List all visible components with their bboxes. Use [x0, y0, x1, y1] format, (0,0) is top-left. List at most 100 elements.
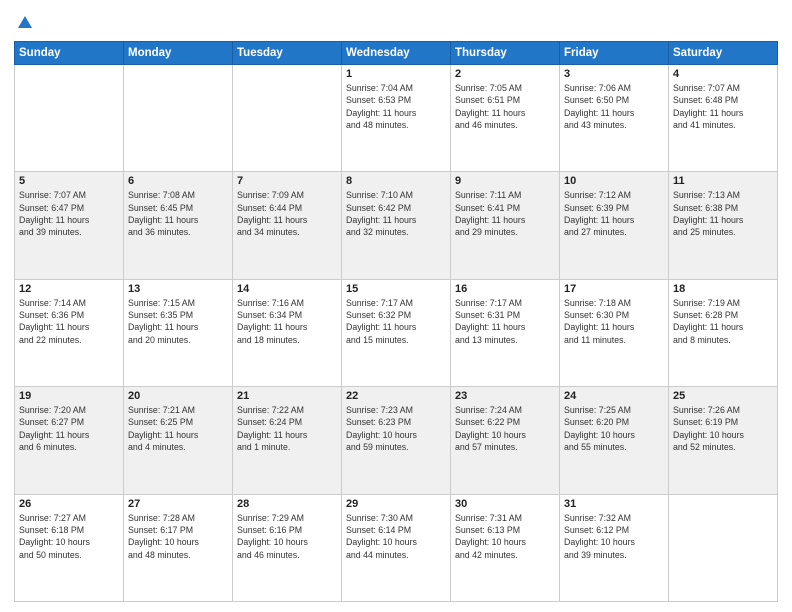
- day-info: Sunrise: 7:12 AM Sunset: 6:39 PM Dayligh…: [564, 189, 664, 238]
- week-row-4: 19 Sunrise: 7:20 AM Sunset: 6:27 PM Dayli…: [15, 387, 778, 494]
- week-row-2: 5 Sunrise: 7:07 AM Sunset: 6:47 PM Daylig…: [15, 172, 778, 279]
- day-cell: 19 Sunrise: 7:20 AM Sunset: 6:27 PM Dayli…: [15, 387, 124, 494]
- day-number: 8: [346, 175, 446, 187]
- day-cell: 9Sunrise: 7:11 AM Sunset: 6:41 PM Daylig…: [451, 172, 560, 279]
- day-number: 10: [564, 175, 664, 187]
- day-cell: 4Sunrise: 7:07 AM Sunset: 6:48 PM Daylig…: [669, 65, 778, 172]
- day-cell: [233, 65, 342, 172]
- day-info: Sunrise: 7:22 AM Sunset: 6:24 PM Dayligh…: [237, 404, 337, 453]
- day-info: Sunrise: 7:18 AM Sunset: 6:30 PM Dayligh…: [564, 297, 664, 346]
- day-info: Sunrise: 7:32 AM Sunset: 6:12 PM Dayligh…: [564, 512, 664, 561]
- day-header-thursday: Thursday: [451, 42, 560, 65]
- day-cell: 26 Sunrise: 7:27 AM Sunset: 6:18 PM Dayli…: [15, 494, 124, 601]
- day-header-friday: Friday: [560, 42, 669, 65]
- day-number: 21: [237, 390, 337, 402]
- week-row-3: 12Sunrise: 7:14 AM Sunset: 6:36 PM Dayli…: [15, 279, 778, 386]
- day-info: Sunrise: 7:11 AM Sunset: 6:41 PM Dayligh…: [455, 189, 555, 238]
- day-number: 19: [19, 390, 119, 402]
- day-info: Sunrise: 7:17 AM Sunset: 6:31 PM Dayligh…: [455, 297, 555, 346]
- day-cell: [124, 65, 233, 172]
- day-info: Sunrise: 7:13 AM Sunset: 6:38 PM Dayligh…: [673, 189, 773, 238]
- day-info: Sunrise: 7:25 AM Sunset: 6:20 PM Dayligh…: [564, 404, 664, 453]
- day-number: 6: [128, 175, 228, 187]
- day-number: 26: [19, 498, 119, 510]
- day-number: 15: [346, 283, 446, 295]
- day-number: 16: [455, 283, 555, 295]
- day-number: 2: [455, 68, 555, 80]
- day-cell: 29Sunrise: 7:30 AM Sunset: 6:14 PM Dayli…: [342, 494, 451, 601]
- day-number: 22: [346, 390, 446, 402]
- day-number: 11: [673, 175, 773, 187]
- day-info: Sunrise: 7:29 AM Sunset: 6:16 PM Dayligh…: [237, 512, 337, 561]
- day-cell: 27Sunrise: 7:28 AM Sunset: 6:17 PM Dayli…: [124, 494, 233, 601]
- day-number: 1: [346, 68, 446, 80]
- day-cell: [15, 65, 124, 172]
- day-cell: [669, 494, 778, 601]
- day-number: 31: [564, 498, 664, 510]
- day-info: Sunrise: 7:21 AM Sunset: 6:25 PM Dayligh…: [128, 404, 228, 453]
- day-cell: 23Sunrise: 7:24 AM Sunset: 6:22 PM Dayli…: [451, 387, 560, 494]
- logo-icon: [16, 14, 34, 37]
- day-cell: 18Sunrise: 7:19 AM Sunset: 6:28 PM Dayli…: [669, 279, 778, 386]
- day-number: 20: [128, 390, 228, 402]
- logo-text: [14, 14, 34, 37]
- day-cell: 3 Sunrise: 7:06 AM Sunset: 6:50 PM Daylig…: [560, 65, 669, 172]
- day-cell: 8 Sunrise: 7:10 AM Sunset: 6:42 PM Daylig…: [342, 172, 451, 279]
- logo-general-line: [14, 14, 34, 37]
- day-cell: 17Sunrise: 7:18 AM Sunset: 6:30 PM Dayli…: [560, 279, 669, 386]
- day-header-tuesday: Tuesday: [233, 42, 342, 65]
- day-number: 25: [673, 390, 773, 402]
- day-info: Sunrise: 7:05 AM Sunset: 6:51 PM Dayligh…: [455, 82, 555, 131]
- day-cell: 2 Sunrise: 7:05 AM Sunset: 6:51 PM Daylig…: [451, 65, 560, 172]
- day-info: Sunrise: 7:23 AM Sunset: 6:23 PM Dayligh…: [346, 404, 446, 453]
- day-number: 4: [673, 68, 773, 80]
- day-cell: 31 Sunrise: 7:32 AM Sunset: 6:12 PM Dayli…: [560, 494, 669, 601]
- day-header-wednesday: Wednesday: [342, 42, 451, 65]
- day-number: 7: [237, 175, 337, 187]
- day-cell: 1Sunrise: 7:04 AM Sunset: 6:53 PM Daylig…: [342, 65, 451, 172]
- day-cell: 25 Sunrise: 7:26 AM Sunset: 6:19 PM Dayli…: [669, 387, 778, 494]
- day-info: Sunrise: 7:30 AM Sunset: 6:14 PM Dayligh…: [346, 512, 446, 561]
- day-cell: 11 Sunrise: 7:13 AM Sunset: 6:38 PM Dayli…: [669, 172, 778, 279]
- day-number: 13: [128, 283, 228, 295]
- day-cell: 30 Sunrise: 7:31 AM Sunset: 6:13 PM Dayli…: [451, 494, 560, 601]
- day-info: Sunrise: 7:16 AM Sunset: 6:34 PM Dayligh…: [237, 297, 337, 346]
- day-cell: 14 Sunrise: 7:16 AM Sunset: 6:34 PM Dayli…: [233, 279, 342, 386]
- day-number: 18: [673, 283, 773, 295]
- day-cell: 12Sunrise: 7:14 AM Sunset: 6:36 PM Dayli…: [15, 279, 124, 386]
- day-cell: 20 Sunrise: 7:21 AM Sunset: 6:25 PM Dayli…: [124, 387, 233, 494]
- day-cell: 21 Sunrise: 7:22 AM Sunset: 6:24 PM Dayli…: [233, 387, 342, 494]
- day-cell: 24 Sunrise: 7:25 AM Sunset: 6:20 PM Dayli…: [560, 387, 669, 494]
- day-info: Sunrise: 7:06 AM Sunset: 6:50 PM Dayligh…: [564, 82, 664, 131]
- day-cell: 6 Sunrise: 7:08 AM Sunset: 6:45 PM Daylig…: [124, 172, 233, 279]
- day-info: Sunrise: 7:20 AM Sunset: 6:27 PM Dayligh…: [19, 404, 119, 453]
- day-info: Sunrise: 7:26 AM Sunset: 6:19 PM Dayligh…: [673, 404, 773, 453]
- day-number: 28: [237, 498, 337, 510]
- day-number: 14: [237, 283, 337, 295]
- day-info: Sunrise: 7:17 AM Sunset: 6:32 PM Dayligh…: [346, 297, 446, 346]
- day-number: 24: [564, 390, 664, 402]
- day-number: 27: [128, 498, 228, 510]
- day-info: Sunrise: 7:27 AM Sunset: 6:18 PM Dayligh…: [19, 512, 119, 561]
- day-cell: 28 Sunrise: 7:29 AM Sunset: 6:16 PM Dayli…: [233, 494, 342, 601]
- day-cell: 5 Sunrise: 7:07 AM Sunset: 6:47 PM Daylig…: [15, 172, 124, 279]
- day-number: 30: [455, 498, 555, 510]
- day-header-saturday: Saturday: [669, 42, 778, 65]
- day-number: 12: [19, 283, 119, 295]
- day-number: 5: [19, 175, 119, 187]
- calendar-table: SundayMondayTuesdayWednesdayThursdayFrid…: [14, 41, 778, 602]
- day-header-monday: Monday: [124, 42, 233, 65]
- week-row-5: 26 Sunrise: 7:27 AM Sunset: 6:18 PM Dayli…: [15, 494, 778, 601]
- day-cell: 16 Sunrise: 7:17 AM Sunset: 6:31 PM Dayli…: [451, 279, 560, 386]
- day-cell: 22 Sunrise: 7:23 AM Sunset: 6:23 PM Dayli…: [342, 387, 451, 494]
- calendar-page: SundayMondayTuesdayWednesdayThursdayFrid…: [0, 0, 792, 612]
- week-row-1: 1Sunrise: 7:04 AM Sunset: 6:53 PM Daylig…: [15, 65, 778, 172]
- day-info: Sunrise: 7:08 AM Sunset: 6:45 PM Dayligh…: [128, 189, 228, 238]
- header-row: SundayMondayTuesdayWednesdayThursdayFrid…: [15, 42, 778, 65]
- day-info: Sunrise: 7:10 AM Sunset: 6:42 PM Dayligh…: [346, 189, 446, 238]
- day-info: Sunrise: 7:07 AM Sunset: 6:47 PM Dayligh…: [19, 189, 119, 238]
- day-info: Sunrise: 7:31 AM Sunset: 6:13 PM Dayligh…: [455, 512, 555, 561]
- day-info: Sunrise: 7:24 AM Sunset: 6:22 PM Dayligh…: [455, 404, 555, 453]
- header: [14, 10, 778, 37]
- day-number: 3: [564, 68, 664, 80]
